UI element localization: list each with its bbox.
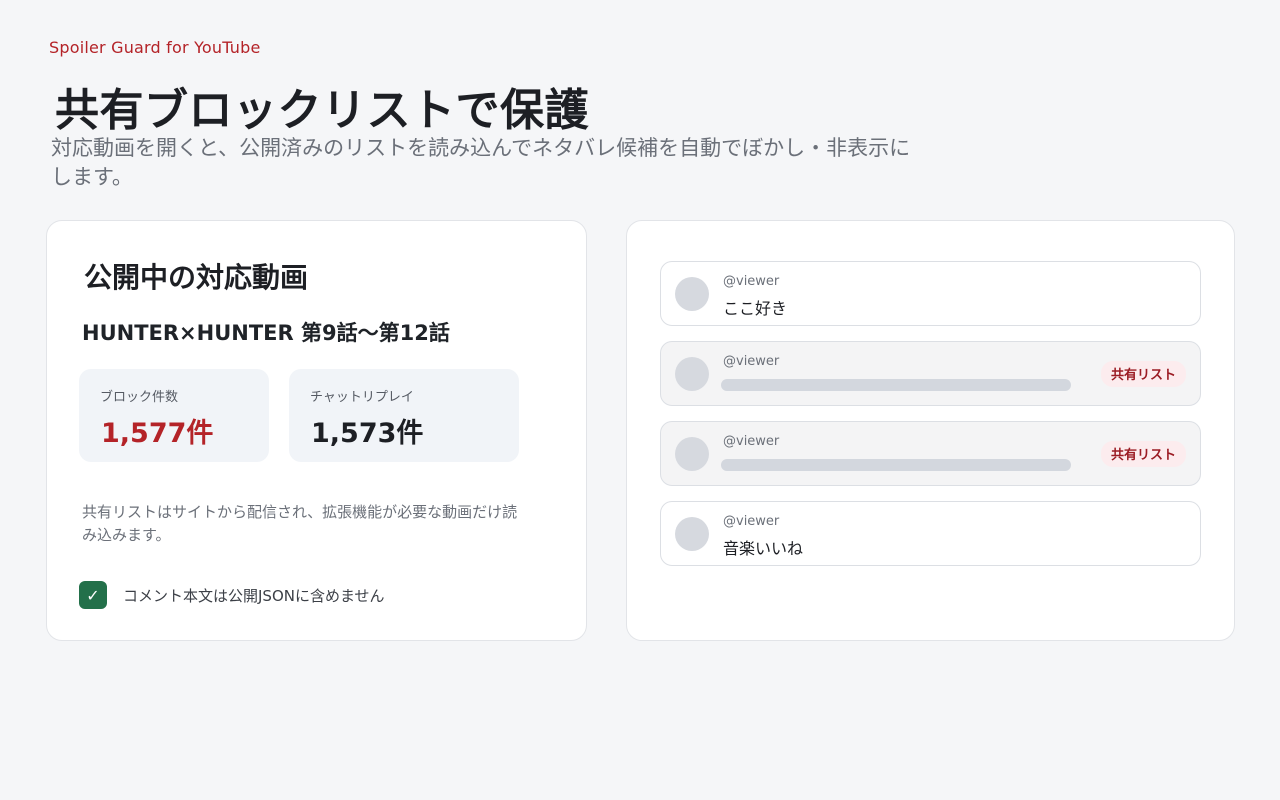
stat-value: 1,577件 [101, 418, 214, 449]
stat-label: ブロック件数 [100, 390, 179, 405]
card-title: 公開中の対応動画 [84, 261, 309, 294]
page: Spoiler Guard for YouTube 共有ブロックリストで保護 対… [0, 0, 1280, 800]
chat-replay-stat: チャットリプレイ 1,573件 [289, 369, 519, 462]
comment-text: 音楽いいね [723, 539, 804, 558]
comment-text: ここ好き [723, 299, 788, 318]
shared-list-note: 共有リストはサイトから配信され、拡張機能が必要な動画だけ読み込みます。 [82, 503, 518, 544]
comment-item-masked: @viewer 共有リスト [660, 341, 1201, 406]
video-info-card: 公開中の対応動画 HUNTER×HUNTER 第9話〜第12話 ブロック件数 1… [46, 220, 587, 641]
shared-list-badge: 共有リスト [1100, 361, 1186, 387]
comment-author: @viewer [723, 434, 780, 449]
blurred-comment-text [721, 459, 1071, 471]
checkbox-label: コメント本文は公開JSONに含めません [123, 586, 385, 605]
page-title: 共有ブロックリストで保護 [55, 85, 589, 136]
avatar [675, 437, 709, 471]
exclude-comment-body-option[interactable]: ✓ コメント本文は公開JSONに含めません [79, 581, 385, 609]
shared-list-badge: 共有リスト [1100, 441, 1186, 467]
comment-item-masked: @viewer 共有リスト [660, 421, 1201, 486]
blurred-comment-text [721, 379, 1071, 391]
checkbox[interactable]: ✓ [79, 581, 107, 609]
stat-label: チャットリプレイ [310, 390, 414, 405]
avatar [675, 357, 709, 391]
video-title: HUNTER×HUNTER 第9話〜第12話 [82, 321, 450, 345]
checkmark-icon: ✓ [86, 585, 100, 605]
comment-item: @viewer ここ好き [660, 261, 1201, 326]
comment-preview-card: @viewer ここ好き @viewer 共有リスト @viewer 共有リスト… [626, 220, 1235, 641]
avatar [675, 517, 709, 551]
comment-item: @viewer 音楽いいね [660, 501, 1201, 566]
comment-author: @viewer [723, 274, 780, 289]
brand-name: Spoiler Guard for YouTube [49, 38, 261, 57]
stat-value: 1,573件 [311, 418, 424, 449]
comment-author: @viewer [723, 514, 780, 529]
block-count-stat: ブロック件数 1,577件 [79, 369, 269, 462]
avatar [675, 277, 709, 311]
page-description: 対応動画を開くと、公開済みのリストを読み込んでネタバレ候補を自動でぼかし・非表示… [51, 136, 911, 189]
comment-author: @viewer [723, 354, 780, 369]
